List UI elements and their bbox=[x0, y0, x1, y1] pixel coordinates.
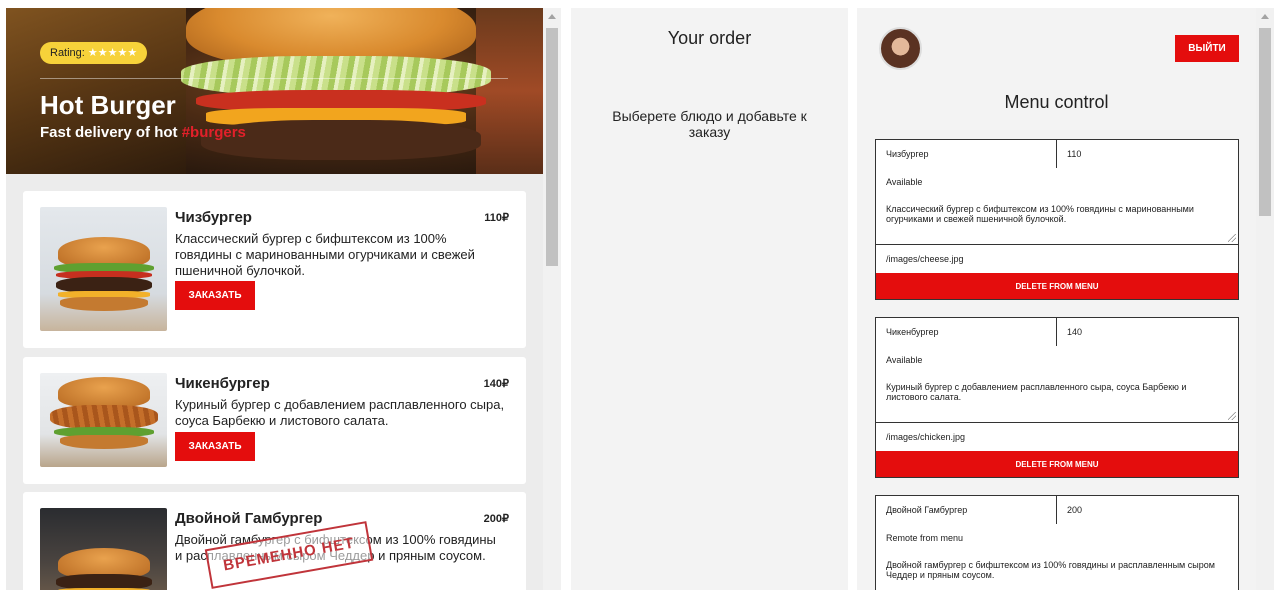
menu-item-description: Классический бургер с бифштексом из 100%… bbox=[175, 231, 475, 278]
delete-from-menu-button[interactable]: DELETE FROM MENU bbox=[876, 273, 1238, 299]
order-button[interactable]: ЗАКАЗАТЬ bbox=[175, 281, 255, 310]
description-textarea[interactable]: Куриный бургер с добавлением расплавленн… bbox=[876, 374, 1238, 423]
chickenburger-image bbox=[40, 373, 167, 467]
menu-item-price: 110₽ bbox=[484, 212, 509, 224]
rating-badge: Rating: ★★★★★ bbox=[40, 42, 148, 64]
status-select[interactable]: Remote from menu bbox=[876, 524, 1238, 552]
menu-item-card: Чикенбургер 140₽ Куриный бургер с добавл… bbox=[23, 357, 526, 484]
double-hamburger-image bbox=[40, 508, 167, 590]
description-text: Куриный бургер с добавлением расплавленн… bbox=[886, 382, 1187, 402]
subtitle-text: Fast delivery of hot bbox=[40, 124, 182, 141]
cheeseburger-image bbox=[40, 207, 167, 331]
order-button[interactable]: ЗАКАЗАТЬ bbox=[175, 432, 255, 461]
name-field[interactable] bbox=[876, 140, 1057, 168]
menu-scrollbar[interactable] bbox=[543, 8, 561, 590]
admin-scrollbar[interactable] bbox=[1256, 8, 1274, 590]
menu-item-name: Чикенбургер bbox=[175, 375, 270, 392]
name-field[interactable] bbox=[876, 496, 1057, 524]
admin-scroll-thumb[interactable] bbox=[1259, 28, 1271, 216]
rating-label: Rating: bbox=[50, 47, 85, 59]
menu-item-price: 140₽ bbox=[483, 378, 509, 390]
description-textarea[interactable]: Двойной гамбургер с бифштексом из 100% г… bbox=[876, 552, 1238, 590]
name-field[interactable] bbox=[876, 318, 1057, 346]
order-empty-message: Выберете блюдо и добавьте к заказу bbox=[612, 108, 807, 140]
menu-item-price: 200₽ bbox=[483, 513, 509, 525]
description-text: Двойной гамбургер с бифштексом из 100% г… bbox=[886, 560, 1215, 580]
price-field[interactable] bbox=[1057, 318, 1238, 346]
scroll-up-arrow-icon[interactable] bbox=[1261, 14, 1269, 19]
user-avatar bbox=[879, 27, 922, 70]
order-panel: Your order Выберете блюдо и добавьте к з… bbox=[571, 8, 848, 590]
hero-background bbox=[476, 8, 543, 174]
menu-control-title: Menu control bbox=[1004, 92, 1109, 112]
menu-item-edit-form: Available Куриный бургер с добавлением р… bbox=[875, 317, 1239, 478]
description-text: Классический бургер с бифштексом из 100%… bbox=[886, 204, 1194, 224]
price-field[interactable] bbox=[1057, 140, 1238, 168]
resize-grip-icon[interactable] bbox=[1228, 234, 1236, 242]
menu-item-edit-form: Remote from menu Двойной гамбургер с биф… bbox=[875, 495, 1239, 590]
menu-item-name: Двойной Гамбургер bbox=[175, 510, 323, 527]
menu-item-description: Куриный бургер с добавлением расплавленн… bbox=[175, 397, 505, 428]
image-path-field[interactable] bbox=[876, 245, 1238, 273]
menu-item-edit-form: Available Классический бургер с бифштекс… bbox=[875, 139, 1239, 300]
menu-item-name: Чизбургер bbox=[175, 209, 252, 226]
scroll-up-arrow-icon[interactable] bbox=[548, 14, 556, 19]
image-path-field[interactable] bbox=[876, 423, 1238, 451]
resize-grip-icon[interactable] bbox=[1228, 412, 1236, 420]
hero-banner: Rating: ★★★★★ Hot Burger Fast delivery o… bbox=[6, 8, 543, 174]
hero-divider bbox=[40, 78, 508, 79]
description-textarea[interactable]: Классический бургер с бифштексом из 100%… bbox=[876, 196, 1238, 245]
delete-from-menu-button[interactable]: DELETE FROM MENU bbox=[876, 451, 1238, 477]
rating-stars: ★★★★★ bbox=[87, 47, 138, 59]
menu-item-card: Чизбургер 110₽ Классический бургер с биф… bbox=[23, 191, 526, 348]
site-title: Hot Burger bbox=[40, 90, 176, 120]
admin-panel: ВЫЙТИ Menu control Available Классически… bbox=[857, 8, 1256, 590]
subtitle-hashtag: #burgers bbox=[181, 124, 246, 141]
menu-panel: Rating: ★★★★★ Hot Burger Fast delivery o… bbox=[6, 8, 561, 590]
status-select[interactable]: Available bbox=[876, 346, 1238, 374]
menu-scroll-thumb[interactable] bbox=[546, 28, 558, 266]
logout-button[interactable]: ВЫЙТИ bbox=[1175, 35, 1239, 62]
site-subtitle: Fast delivery of hot #burgers bbox=[40, 124, 246, 141]
order-title: Your order bbox=[667, 28, 752, 48]
price-field[interactable] bbox=[1057, 496, 1238, 524]
status-select[interactable]: Available bbox=[876, 168, 1238, 196]
